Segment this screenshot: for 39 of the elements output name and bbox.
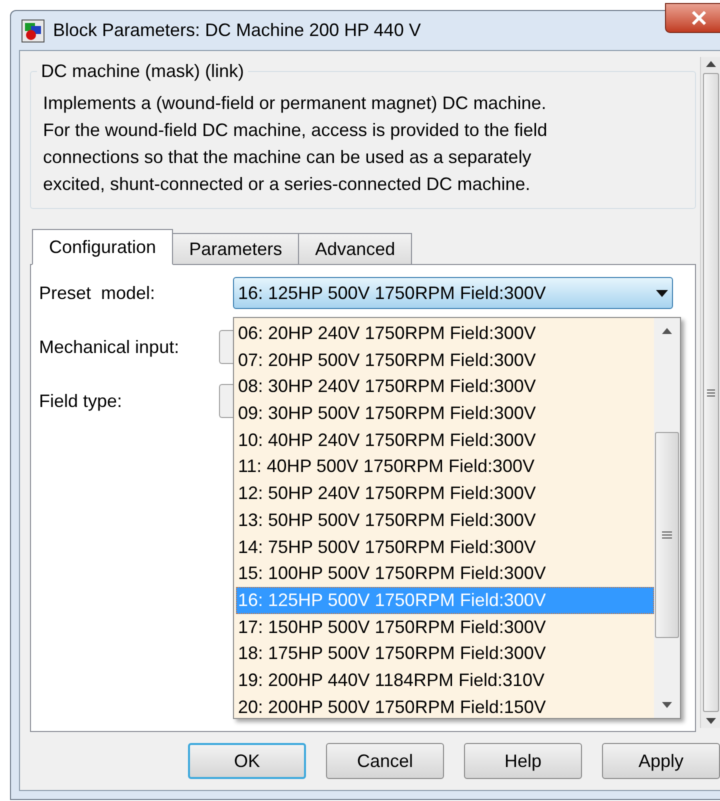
- field-label: Field type:: [39, 390, 122, 410]
- grip-icon: [662, 531, 672, 539]
- scroll-up-icon: [662, 328, 672, 334]
- dropdown-option[interactable]: 12: 50HP 240V 1750RPM Field:300V: [236, 480, 654, 507]
- dropdown-option[interactable]: 15: 100HP 500V 1750RPM Field:300V: [236, 560, 654, 587]
- close-icon: [691, 11, 707, 25]
- dropdown-option[interactable]: 20: 200HP 500V 1750RPM Field:150V: [236, 694, 654, 720]
- dropdown-option[interactable]: 06: 20HP 240V 1750RPM Field:300V: [236, 320, 654, 347]
- dropdown[interactable]: [219, 384, 233, 418]
- field-label: Mechanical input:: [39, 336, 180, 356]
- dropdown-option[interactable]: 09: 30HP 500V 1750RPM Field:300V: [236, 400, 654, 427]
- dialog-button[interactable]: Apply: [602, 743, 720, 779]
- dropdown-option[interactable]: 13: 50HP 500V 1750RPM Field:300V: [236, 506, 654, 534]
- app-icon: [21, 18, 45, 42]
- dropdown-option[interactable]: 14: 75HP 500V 1750RPM Field:300V: [236, 534, 654, 560]
- description-text: Implements a (wound-field or permanent magnet) DC machine. For the wound-field DC machine, access is provided to the field connections so that the machine can be used as a separately excited, shunt-connected or a series-connected DC machine.: [43, 92, 548, 196]
- tab[interactable]: Advanced: [298, 233, 412, 265]
- window-title: Block Parameters: DC Machine 200 HP 440 V: [53, 19, 421, 42]
- dropdown-option[interactable]: 17: 150HP 500V 1750RPM Field:300V: [236, 614, 654, 640]
- dropdown-option[interactable]: 07: 20HP 500V 1750RPM Field:300V: [236, 346, 654, 374]
- field-label: Preset model:: [39, 282, 156, 302]
- scroll-down-icon: [662, 702, 672, 708]
- tab[interactable]: Parameters: [172, 233, 300, 265]
- dropdown-option[interactable]: 11: 40HP 500V 1750RPM Field:300V: [236, 453, 654, 480]
- dropdown-option[interactable]: 18: 175HP 500V 1750RPM Field:300V: [236, 640, 654, 667]
- dropdown-arrow-icon: [656, 290, 668, 296]
- grip-icon: [706, 388, 714, 396]
- dialog-button[interactable]: OK: [188, 743, 306, 779]
- dialog-button[interactable]: Cancel: [326, 743, 444, 779]
- dropdown-option[interactable]: 19: 200HP 440V 1184RPM Field:310V: [236, 666, 654, 694]
- close-button[interactable]: [665, 3, 720, 33]
- dropdown[interactable]: 16: 125HP 500V 1750RPM Field:300V: [233, 277, 673, 309]
- scroll-up-icon: [706, 61, 716, 67]
- dropdown-option[interactable]: 10: 40HP 240V 1750RPM Field:300V: [236, 426, 654, 454]
- dropdown[interactable]: [219, 330, 233, 364]
- tab[interactable]: Configuration: [32, 229, 174, 265]
- scroll-down-icon: [706, 718, 716, 724]
- dropdown-option[interactable]: 08: 30HP 240V 1750RPM Field:300V: [236, 373, 654, 400]
- dialog-button[interactable]: Help: [464, 743, 582, 779]
